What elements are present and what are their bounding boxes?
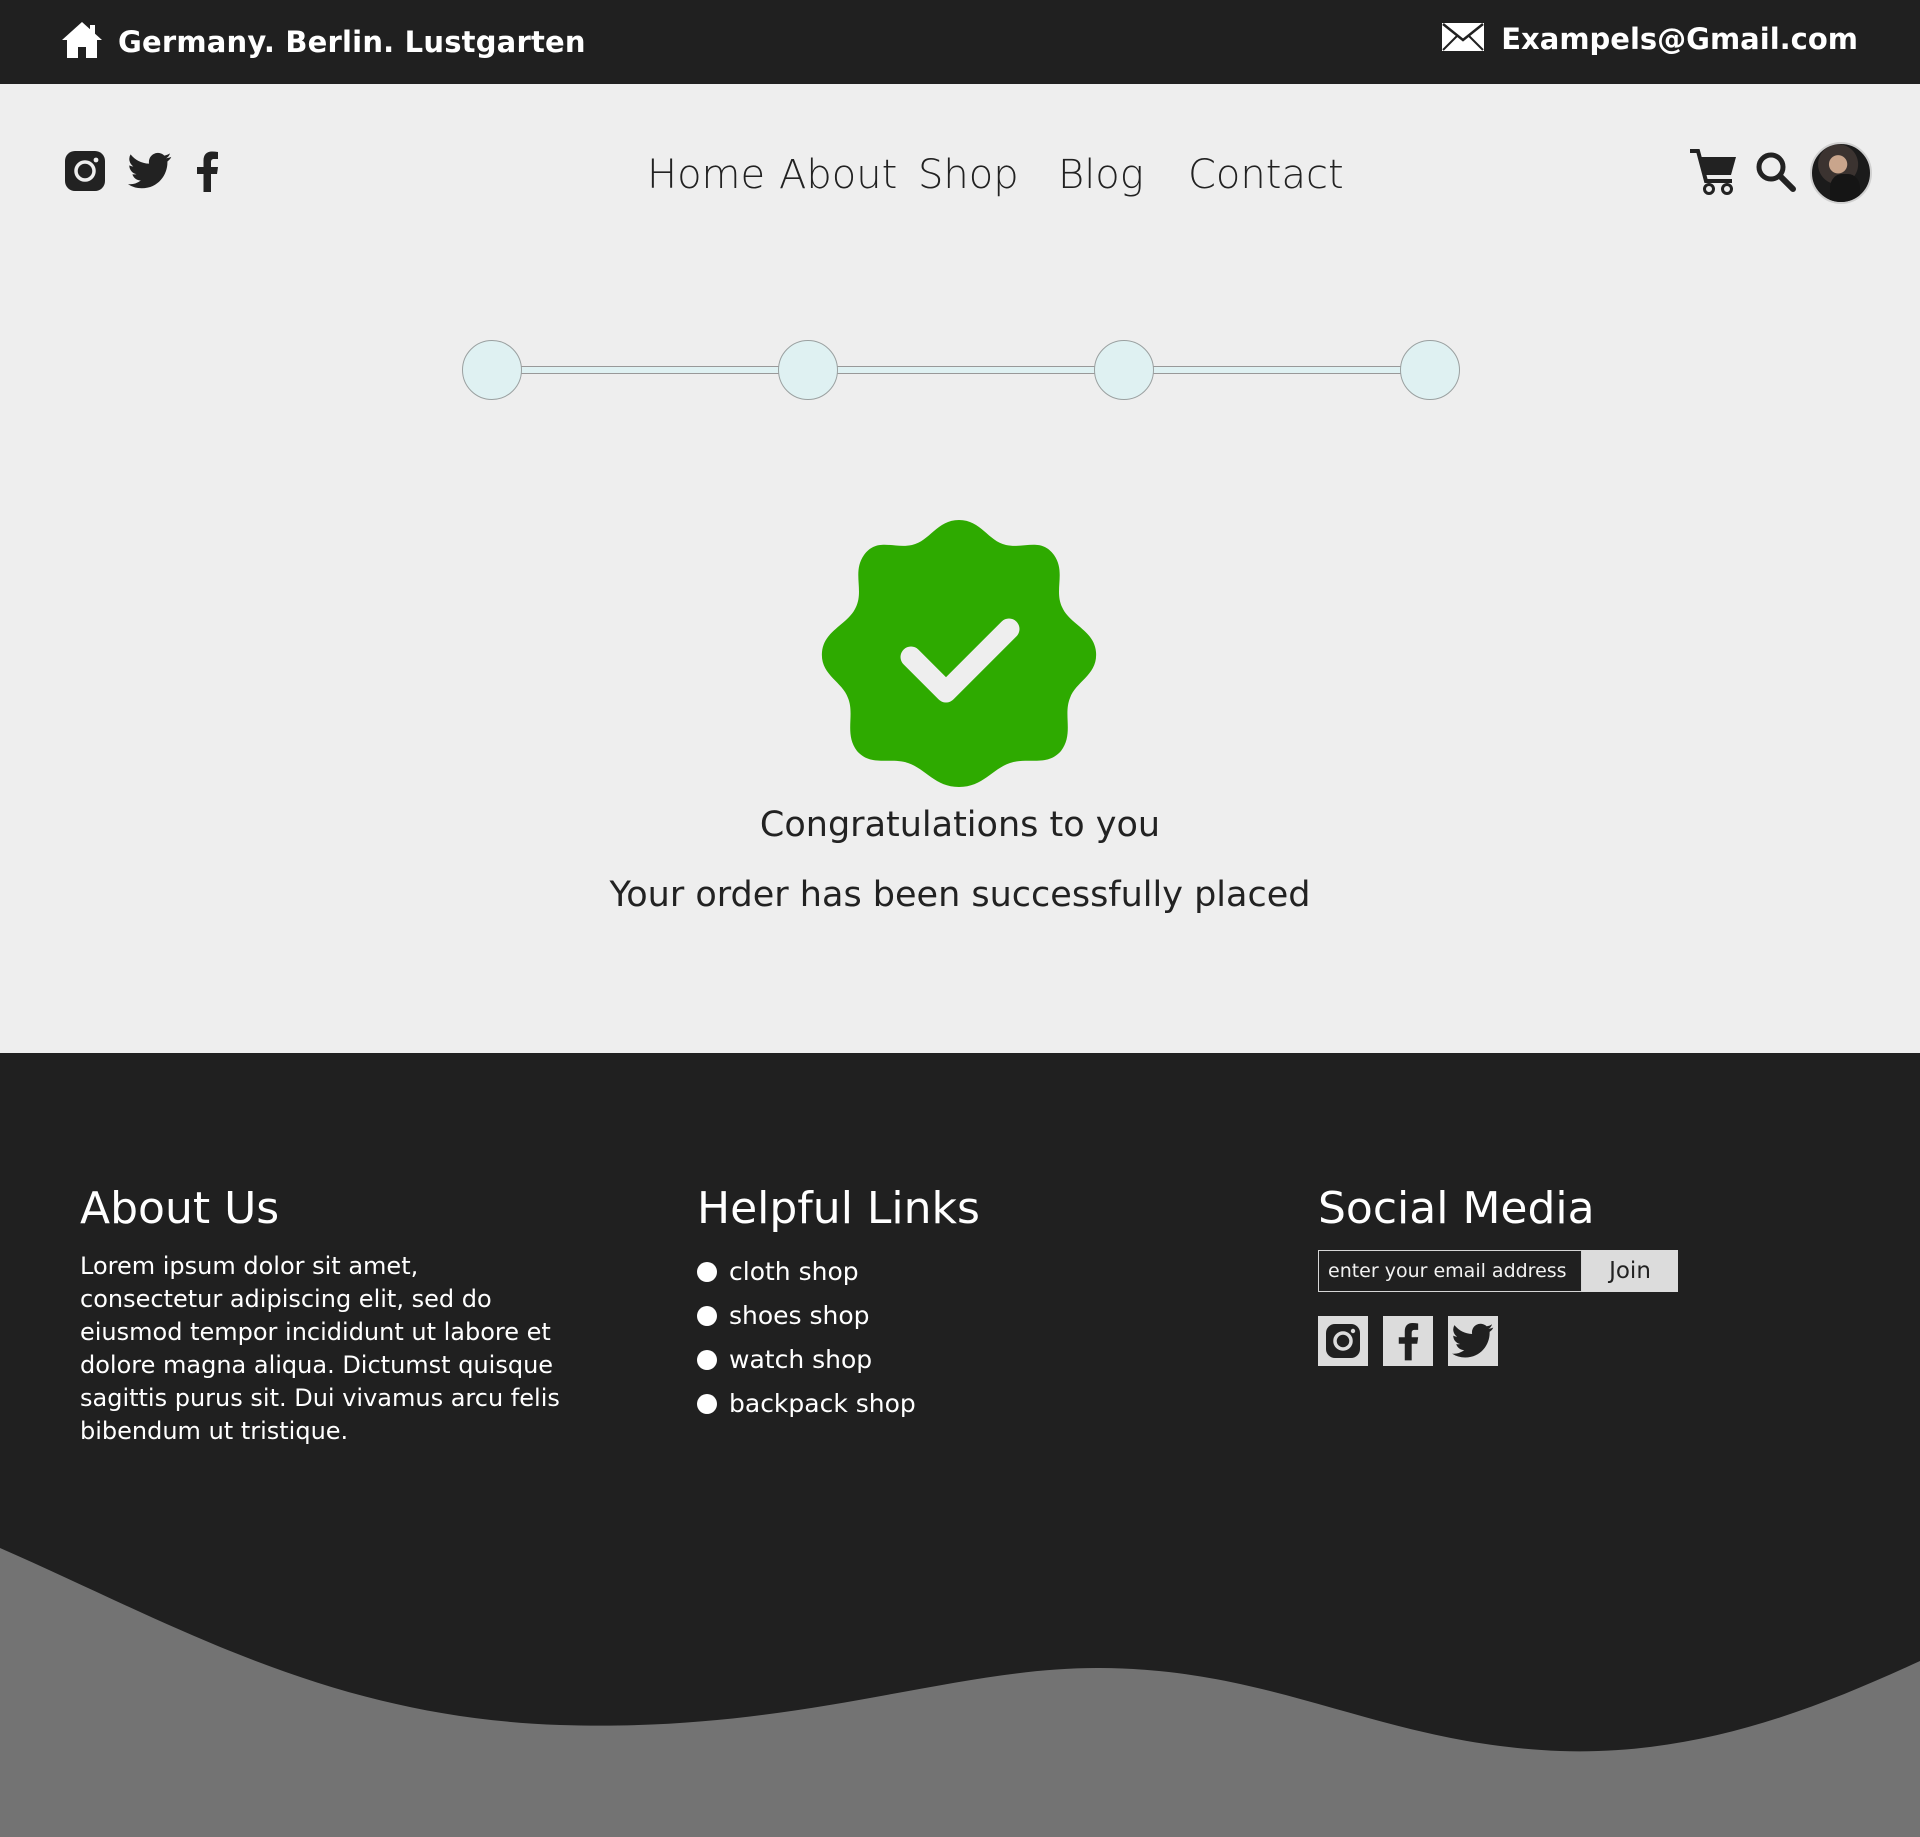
verified-check-badge-icon <box>816 515 1102 790</box>
main-nav: Home About Shop Blog Contact <box>0 152 1920 212</box>
nav-shop[interactable]: Shop <box>918 152 1019 198</box>
envelope-icon <box>1441 22 1485 56</box>
bullet-icon <box>697 1350 717 1370</box>
congratulations-title: Congratulations to you <box>759 805 1161 845</box>
cart-icon[interactable] <box>1688 145 1740 201</box>
link-backpack-shop[interactable]: backpack shop <box>729 1382 916 1426</box>
address-text: Germany. Berlin. Lustgarten <box>118 25 586 59</box>
search-icon[interactable] <box>1754 150 1796 196</box>
link-cloth-shop[interactable]: cloth shop <box>729 1250 859 1294</box>
footer: About Us Lorem ipsum dolor sit amet, con… <box>0 1053 1920 1837</box>
footer-about-heading: About Us <box>80 1183 280 1234</box>
step-4 <box>1400 340 1460 400</box>
footer-about-text: Lorem ipsum dolor sit amet, consectetur … <box>80 1252 560 1445</box>
top-bar: Germany. Berlin. Lustgarten Exampels@Gma… <box>0 0 1920 84</box>
email-subscribe-input[interactable] <box>1318 1250 1582 1292</box>
footer-social-icons <box>1318 1316 1678 1366</box>
footer-links-heading: Helpful Links <box>697 1183 980 1234</box>
header-actions <box>1688 142 1872 204</box>
bullet-icon <box>697 1306 717 1326</box>
instagram-icon[interactable] <box>1318 1316 1368 1366</box>
address-block: Germany. Berlin. Lustgarten <box>60 20 586 64</box>
footer-social-heading: Social Media <box>1318 1183 1595 1234</box>
list-item[interactable]: backpack shop <box>697 1382 980 1426</box>
nav-blog[interactable]: Blog <box>1058 152 1144 198</box>
step-connector <box>1152 366 1404 374</box>
nav-home[interactable]: Home <box>647 152 765 198</box>
list-item[interactable]: shoes shop <box>697 1294 980 1338</box>
twitter-icon[interactable] <box>1448 1316 1498 1366</box>
nav-about[interactable]: About <box>779 152 897 198</box>
nav-contact[interactable]: Contact <box>1188 152 1344 198</box>
order-placed-message: Your order has been successfully placed <box>609 875 1311 915</box>
link-watch-shop[interactable]: watch shop <box>729 1338 872 1382</box>
order-progress-stepper <box>462 340 1460 400</box>
list-item[interactable]: cloth shop <box>697 1250 980 1294</box>
list-item[interactable]: watch shop <box>697 1338 980 1382</box>
step-connector <box>520 366 782 374</box>
newsletter-form: Join <box>1318 1250 1678 1292</box>
footer-helpful-links: Helpful Links cloth shop shoes shop watc… <box>697 1183 980 1426</box>
email-text[interactable]: Exampels@Gmail.com <box>1501 22 1858 56</box>
bullet-icon <box>697 1262 717 1282</box>
footer-about: About Us Lorem ipsum dolor sit amet, con… <box>80 1183 560 1448</box>
step-connector <box>836 366 1098 374</box>
step-1 <box>462 340 522 400</box>
email-block[interactable]: Exampels@Gmail.com <box>1441 22 1858 56</box>
footer-wave <box>0 1548 1920 1837</box>
bullet-icon <box>697 1394 717 1414</box>
home-icon <box>60 20 104 64</box>
footer-social-media: Social Media Join <box>1318 1183 1678 1366</box>
step-2 <box>778 340 838 400</box>
links-list: cloth shop shoes shop watch shop backpac… <box>697 1250 980 1426</box>
step-3 <box>1094 340 1154 400</box>
avatar[interactable] <box>1810 142 1872 204</box>
join-button[interactable]: Join <box>1582 1250 1678 1292</box>
facebook-icon[interactable] <box>1383 1316 1433 1366</box>
link-shoes-shop[interactable]: shoes shop <box>729 1294 870 1338</box>
